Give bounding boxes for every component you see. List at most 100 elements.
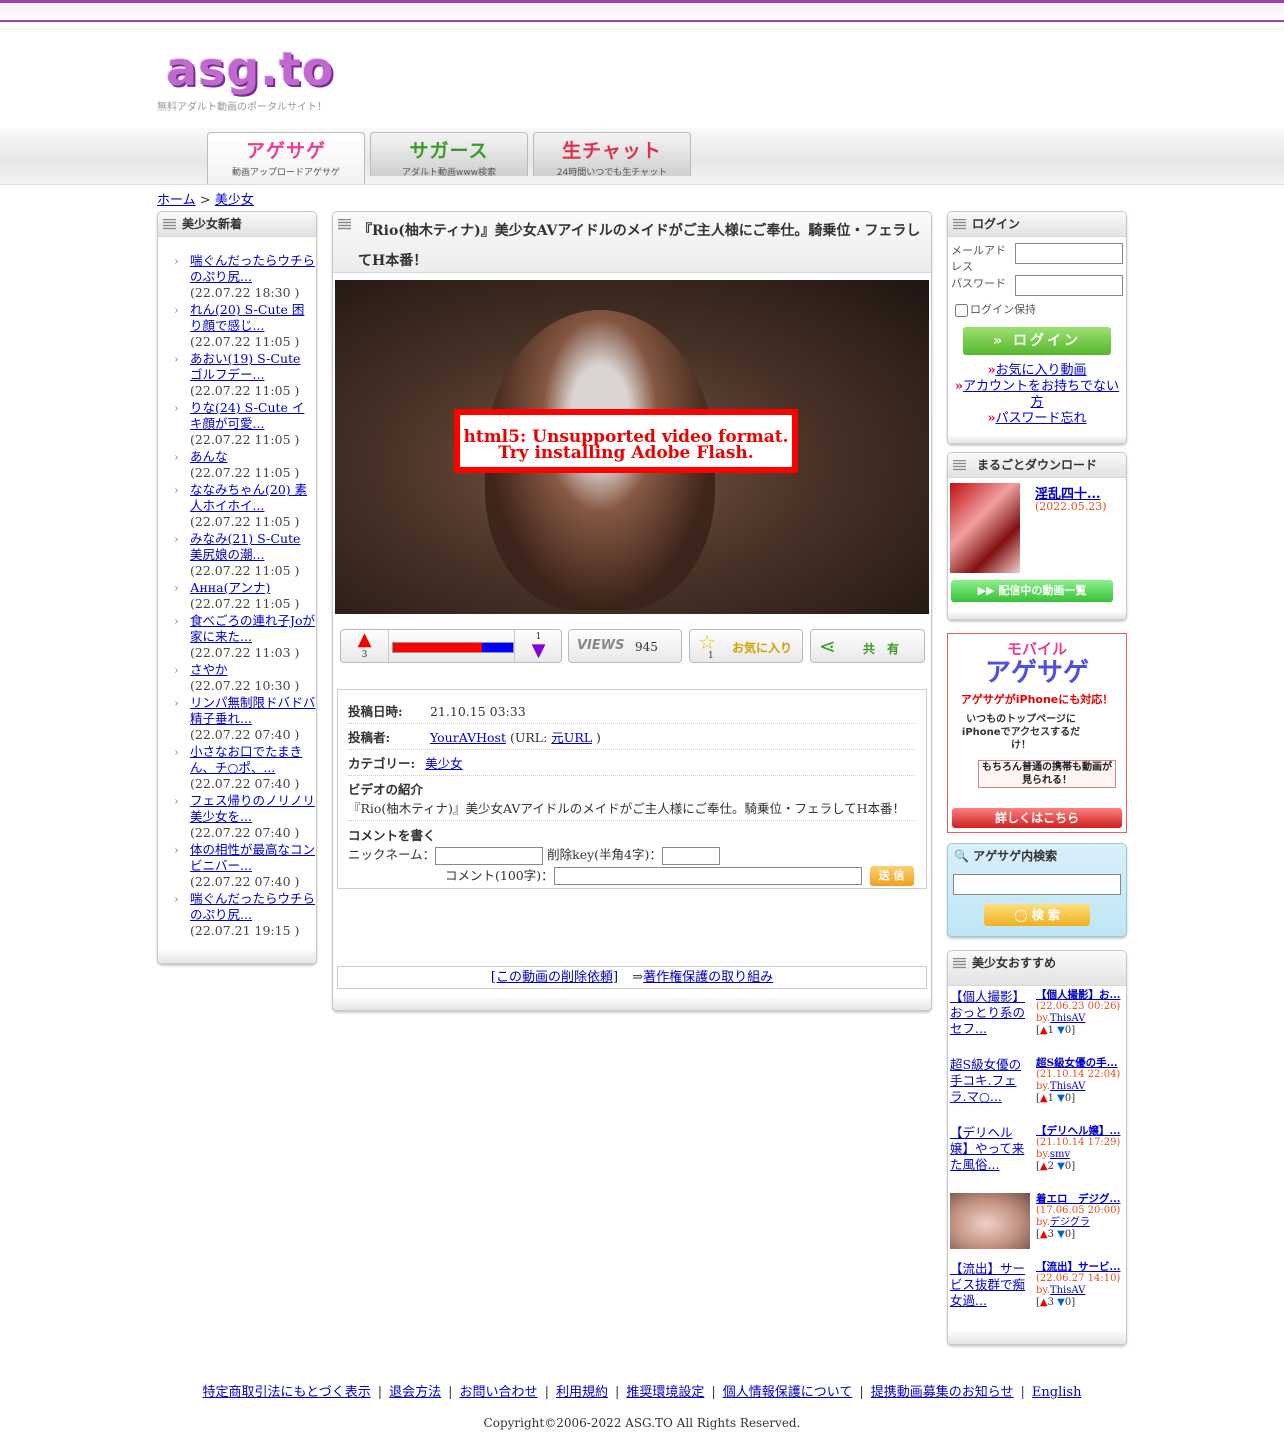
footer-link[interactable]: 推奨環境設定 (619, 1385, 711, 1400)
footer-link[interactable]: 特定商取引法にもとづく表示 (196, 1385, 378, 1400)
up-arrow-icon: ▲ (1039, 1025, 1048, 1036)
favorite-button[interactable]: ☆ 1 お気に入り (689, 629, 803, 663)
new-arrival-link[interactable]: さやか (190, 662, 228, 677)
recommend-down-count: 0 (1064, 1229, 1072, 1240)
recommend-up-count: 2 (1047, 1161, 1054, 1172)
recommend-title[interactable]: 超S級女優の手... (1036, 1057, 1128, 1069)
uploader-link[interactable]: ThisAV (1050, 1285, 1085, 1296)
delete-request-link[interactable]: [この動画の削除依頼] (491, 970, 618, 985)
footer-link[interactable]: 個人情報保護について (716, 1385, 860, 1400)
new-arrival-item: れん(20) S-Cute 困り顔で感じ...(22.07.22 11:05 ) (158, 302, 316, 350)
search-button[interactable]: ◯ 検 索 (984, 904, 1090, 926)
forgot-password-link[interactable]: パスワード忘れ (996, 411, 1087, 426)
new-arrival-link[interactable]: ななみちゃん(20) 素人ホイホイ... (190, 482, 307, 513)
recommend-title[interactable]: 【個人撮影】お... (1036, 989, 1128, 1001)
new-arrival-item: フェス帰りのノリノリ美少女を...(22.07.22 07:40 ) (158, 793, 316, 841)
footer-link[interactable]: お問い合わせ (453, 1385, 545, 1400)
footer-link[interactable]: 提携動画募集のお知らせ (864, 1385, 1021, 1400)
breadcrumb-current[interactable]: 美少女 (215, 193, 254, 208)
breadcrumb-home[interactable]: ホーム (157, 193, 196, 208)
video-player[interactable]: html5: Unsupported video format. Try ins… (335, 280, 929, 614)
recommend-thumbnail[interactable] (950, 1193, 1030, 1249)
footer-link[interactable]: English (1025, 1385, 1089, 1400)
recommend-title[interactable]: 【流出】サービ... (1036, 1261, 1128, 1273)
tab-agesage-sub: 動画アップロードアゲサゲ (231, 168, 340, 178)
new-arrival-link[interactable]: Анна(アンナ) (190, 580, 270, 595)
search-input[interactable] (953, 874, 1121, 895)
tab-namachat-sub: 24時間いつでも生チャット (556, 168, 668, 178)
new-arrival-item: 体の相性が最高なコンビニバー...(22.07.22 07:40 ) (158, 842, 316, 890)
delete-key-input[interactable] (661, 846, 720, 865)
down-arrow-icon: ▼ (1057, 1025, 1065, 1036)
recommend-thumbnail[interactable]: 超S級女優の手コキ.フェラ.マ○... (950, 1057, 1030, 1113)
new-arrival-link[interactable]: あおい(19) S-Cute ゴルフデー... (190, 351, 300, 382)
new-arrival-link[interactable]: れん(20) S-Cute 困り顔で感じ... (190, 302, 304, 333)
recommend-votes: [▲3 ▼0] (1036, 1229, 1076, 1240)
new-arrival-date: (22.07.22 07:40 ) (190, 874, 300, 889)
category-link[interactable]: 美少女 (425, 756, 463, 771)
copyright-protection-link[interactable]: 著作権保護の取り組み (643, 970, 773, 985)
banner-details-button[interactable]: 詳しくはこちら (952, 808, 1122, 828)
tab-namachat[interactable]: 生チャット 24時間いつでも生チャット (533, 132, 691, 178)
poster-link[interactable]: YourAVHost (430, 730, 506, 745)
new-arrival-date: (22.07.22 11:05 ) (190, 432, 300, 447)
recommend-down-count: 0 (1064, 1161, 1072, 1172)
new-arrival-link[interactable]: 食べごろの連れ子Joが家に来た... (190, 613, 315, 644)
uploader-link[interactable]: ThisAV (1050, 1013, 1085, 1024)
uploader-link[interactable]: ThisAV (1050, 1081, 1085, 1092)
recommend-panel: 美少女おすすめ 【個人撮影】おっとり系のセフ... 【個人撮影】お... (22.0… (947, 950, 1127, 1345)
category-label: カテゴリー: (348, 756, 416, 771)
banner-line4: いつものトップページに iPhoneでアクセスするだけ！ (961, 714, 1081, 751)
new-arrival-link[interactable]: 小さなお口でたまきん、チ○ポ、... (190, 744, 302, 775)
signup-link[interactable]: アカウントをお持ちでない方 (963, 379, 1119, 410)
new-arrival-link[interactable]: りな(24) S-Cute イキ顔が可愛... (190, 400, 304, 431)
new-arrivals-title: 美少女新着 (158, 212, 316, 237)
footer-link[interactable]: 利用規約 (549, 1385, 615, 1400)
download-thumbnail[interactable] (950, 483, 1020, 573)
streaming-list-button[interactable]: ▶▶ 配信中の動画一覧 (951, 580, 1113, 602)
tab-sagarsu[interactable]: サガース アダルト動画www検索 (370, 132, 528, 178)
new-arrival-link[interactable]: 喘ぐんだったらウチらのぷり尻... (190, 891, 315, 922)
new-arrival-date: (22.07.22 11:05 ) (190, 563, 300, 578)
recommend-thumbnail[interactable]: 【流出】サービス抜群で痴女過... (950, 1261, 1030, 1317)
downvote-button[interactable]: 1 ▼ (514, 630, 562, 662)
send-button[interactable]: 送 信 (869, 866, 914, 886)
download-panel: まるごとダウンロード 淫乱四十... (2022.05.23) ▶▶ 配信中の動… (947, 452, 1127, 620)
upvote-button[interactable]: ▲ 3 (341, 630, 389, 662)
uploader-link[interactable]: デジグラ (1050, 1217, 1090, 1228)
breadcrumb-separator: > (199, 193, 211, 208)
new-arrival-item: 喘ぐんだったらウチらのぷり尻...(22.07.21 19:15 ) (158, 891, 316, 939)
mobile-agesage-banner[interactable]: モバイル アゲサゲ アゲサゲがiPhoneにも対応！ いつものトップページに i… (947, 633, 1127, 833)
comment-heading: コメントを書く (348, 828, 436, 843)
source-url-link[interactable]: 元URL (551, 730, 592, 745)
login-button[interactable]: » ログイン (963, 327, 1111, 355)
password-input[interactable] (1015, 275, 1123, 296)
uploader-link[interactable]: smv (1050, 1149, 1070, 1160)
keep-login-checkbox[interactable] (955, 303, 968, 317)
new-arrival-link[interactable]: リンパ無制限ドバドバ精子垂れ... (190, 695, 315, 726)
down-arrow-icon: ▼ (1057, 1297, 1065, 1308)
comment-input[interactable] (553, 867, 862, 885)
share-button[interactable]: ⋖ 共 有 (810, 629, 925, 663)
new-arrival-link[interactable]: みなみ(21) S-Cute 美尻娘の潮... (190, 531, 300, 562)
email-input[interactable] (1015, 243, 1123, 264)
uploader-prefix: by. (1036, 1217, 1050, 1228)
top-bar (0, 0, 1284, 22)
footer-link[interactable]: 退会方法 (382, 1385, 448, 1400)
recommend-title[interactable]: 着エロ デジグ... (1036, 1193, 1128, 1205)
new-arrival-link[interactable]: あんな (190, 449, 228, 464)
recommend-thumbnail[interactable]: 【デリヘル嬢】やって来た風俗... (950, 1125, 1030, 1181)
nickname-input[interactable] (435, 846, 544, 865)
recommend-up-count: 3 (1047, 1229, 1054, 1240)
favorites-link[interactable]: お気に入り動画 (996, 363, 1087, 378)
new-arrival-link[interactable]: 喘ぐんだったらウチらのぷり尻... (190, 253, 315, 284)
recommend-title[interactable]: 【デリヘル嬢】... (1036, 1125, 1128, 1137)
new-arrival-link[interactable]: 体の相性が最高なコンビニバー... (190, 842, 315, 873)
recommend-thumbnail[interactable]: 【個人撮影】おっとり系のセフ... (950, 989, 1030, 1045)
category-row: カテゴリー: 美少女 (348, 750, 916, 776)
tab-agesage[interactable]: アゲサゲ 動画アップロードアゲサゲ (207, 132, 365, 184)
site-logo[interactable]: asg.to (166, 42, 334, 96)
panel-footer (948, 435, 1126, 443)
new-arrival-link[interactable]: フェス帰りのノリノリ美少女を... (190, 793, 315, 824)
uploader-prefix: by. (1036, 1013, 1050, 1024)
